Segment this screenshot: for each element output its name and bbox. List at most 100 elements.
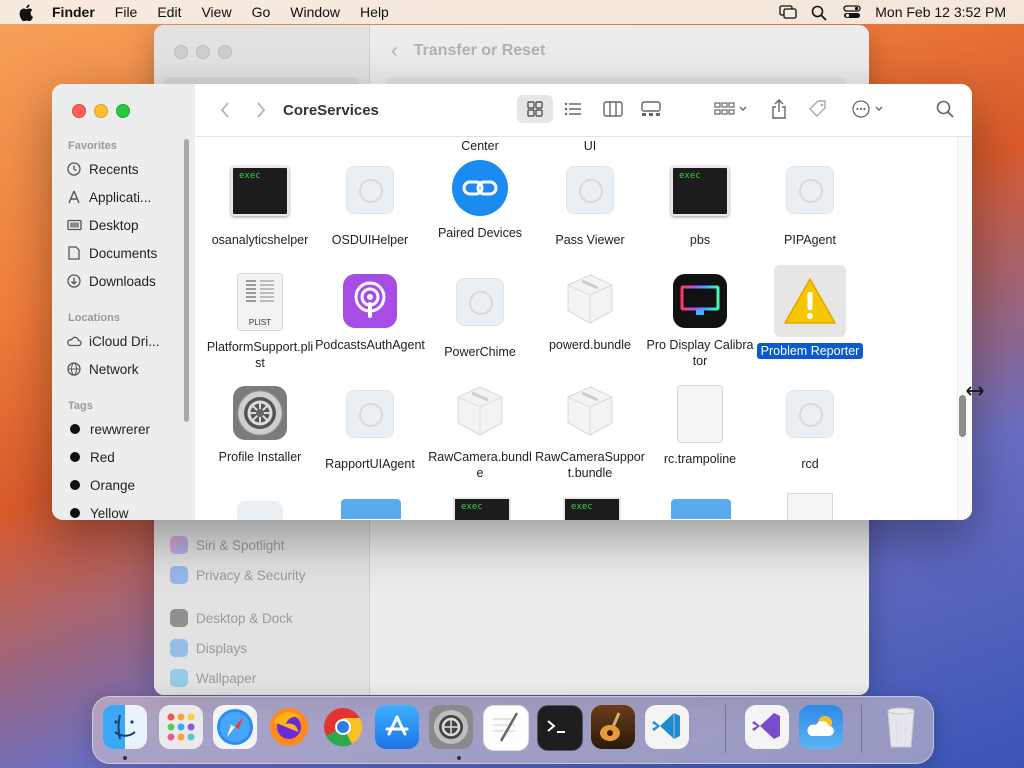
sidebar-heading-tags: Tags bbox=[68, 400, 93, 412]
file-item[interactable]: exec pbs bbox=[645, 159, 755, 248]
sidebar-tag-rewwrerer[interactable]: rewwrerer bbox=[66, 417, 186, 441]
file-item[interactable]: Pro Display Calibrator bbox=[645, 271, 755, 369]
file-name: Paired Devices bbox=[437, 226, 523, 240]
sidebar-item-network[interactable]: Network bbox=[66, 357, 186, 381]
file-item[interactable]: PLIST PlatformSupport.plist bbox=[205, 271, 315, 371]
settings-item-displays[interactable]: Displays bbox=[170, 635, 247, 661]
gallery-view-icon[interactable] bbox=[637, 95, 665, 123]
dock-garageband[interactable] bbox=[591, 705, 635, 749]
dock-safari[interactable] bbox=[213, 705, 257, 749]
menu-go[interactable]: Go bbox=[252, 4, 271, 20]
document-icon bbox=[670, 385, 730, 445]
sidebar-tag-red[interactable]: Red bbox=[66, 445, 186, 469]
more-actions-icon[interactable] bbox=[849, 95, 889, 123]
file-item[interactable]: exec osanalyticshelper bbox=[205, 159, 315, 248]
close-button[interactable] bbox=[72, 104, 86, 118]
dock-chrome[interactable] bbox=[321, 705, 365, 749]
list-view-icon[interactable] bbox=[559, 95, 587, 123]
sidebar-item-downloads[interactable]: Downloads bbox=[66, 269, 186, 293]
dock-app-store[interactable] bbox=[375, 705, 419, 749]
folder-icon[interactable] bbox=[341, 499, 401, 519]
finder-window: Favorites Recents Applicati... Desktop D… bbox=[52, 84, 972, 520]
file-item[interactable]: PIPAgent bbox=[755, 159, 865, 248]
file-item[interactable]: RawCamera.bundle bbox=[425, 383, 535, 481]
exec-file-icon[interactable]: exec bbox=[563, 497, 621, 520]
menu-help[interactable]: Help bbox=[360, 4, 389, 20]
dock-visual-studio[interactable] bbox=[745, 705, 789, 749]
sidebar-tag-orange[interactable]: Orange bbox=[66, 473, 186, 497]
spotlight-search-icon[interactable] bbox=[811, 5, 829, 21]
exec-label: exec bbox=[461, 502, 483, 512]
file-item[interactable]: Pass Viewer bbox=[535, 159, 645, 248]
dock-trash[interactable] bbox=[879, 705, 923, 749]
warning-icon bbox=[774, 265, 846, 337]
zoom-button[interactable] bbox=[116, 104, 130, 118]
apple-menu-icon[interactable] bbox=[18, 3, 34, 21]
partial-app-icon[interactable] bbox=[237, 501, 283, 520]
file-item[interactable]: rcd bbox=[755, 383, 865, 472]
sidebar-item-icloud-drive[interactable]: iCloud Dri... bbox=[66, 329, 186, 353]
dock-launchpad[interactable] bbox=[159, 705, 203, 749]
tag-dot-icon bbox=[70, 424, 80, 434]
menu-file[interactable]: File bbox=[115, 4, 138, 20]
file-icon-grid: Center UI exec osanalyticshelper OSDUIHe… bbox=[195, 137, 972, 520]
menu-app-name[interactable]: Finder bbox=[52, 4, 95, 20]
exec-file-icon[interactable]: exec bbox=[453, 497, 511, 520]
dock-textedit[interactable] bbox=[483, 705, 529, 751]
menu-clock[interactable]: Mon Feb 12 3:52 PM bbox=[875, 4, 1006, 20]
file-item[interactable]: rc.trampoline bbox=[645, 383, 755, 467]
back-chevron-icon[interactable] bbox=[217, 102, 233, 118]
sidebar-item-applications[interactable]: Applicati... bbox=[66, 185, 186, 209]
icon-view-button[interactable] bbox=[517, 95, 553, 123]
file-name: RawCamera.bundle bbox=[428, 450, 532, 480]
settings-item-privacy-security[interactable]: Privacy & Security bbox=[170, 562, 306, 588]
menu-window[interactable]: Window bbox=[290, 4, 340, 20]
dock-weather[interactable] bbox=[799, 705, 843, 749]
sidebar-item-desktop[interactable]: Desktop bbox=[66, 213, 186, 237]
dock-terminal[interactable] bbox=[537, 705, 583, 751]
minimize-button[interactable] bbox=[196, 45, 210, 59]
dock-finder[interactable] bbox=[103, 705, 147, 749]
file-item[interactable]: Paired Devices bbox=[425, 159, 535, 241]
tag-icon[interactable] bbox=[806, 95, 830, 123]
file-item[interactable]: powerd.bundle bbox=[535, 271, 645, 353]
dock-vscode[interactable] bbox=[645, 705, 689, 749]
file-item[interactable]: Profile Installer bbox=[205, 383, 315, 465]
sidebar-item-recents[interactable]: Recents bbox=[66, 157, 186, 181]
scroll-track[interactable] bbox=[957, 137, 972, 520]
forward-chevron-icon[interactable] bbox=[253, 102, 269, 118]
file-item-selected[interactable]: Problem Reporter bbox=[755, 265, 865, 359]
zoom-button[interactable] bbox=[218, 45, 232, 59]
close-button[interactable] bbox=[174, 45, 188, 59]
file-item[interactable]: RapportUIAgent bbox=[315, 383, 425, 472]
document-icon[interactable] bbox=[787, 493, 833, 520]
screen-mirroring-icon[interactable] bbox=[779, 5, 797, 19]
group-by-icon[interactable] bbox=[711, 95, 751, 123]
search-icon[interactable] bbox=[933, 95, 957, 123]
file-item[interactable]: OSDUIHelper bbox=[315, 159, 425, 248]
dock-firefox[interactable] bbox=[267, 705, 311, 749]
file-item[interactable]: RawCameraSupport.bundle bbox=[535, 383, 645, 481]
sidebar-tag-yellow[interactable]: Yellow bbox=[66, 501, 186, 520]
back-chevron-icon[interactable]: ‹ bbox=[391, 40, 398, 63]
settings-item-desktop-dock[interactable]: Desktop & Dock bbox=[170, 605, 293, 631]
folder-icon[interactable] bbox=[671, 499, 731, 519]
podcasts-icon bbox=[340, 271, 400, 331]
column-view-icon[interactable] bbox=[599, 95, 627, 123]
bundle-icon bbox=[560, 383, 620, 443]
vertical-scrollbar[interactable] bbox=[959, 395, 966, 437]
share-icon[interactable] bbox=[767, 95, 791, 123]
sidebar-item-label: Red bbox=[90, 449, 115, 465]
file-item[interactable]: PowerChime bbox=[425, 271, 535, 360]
control-center-icon[interactable] bbox=[843, 5, 861, 19]
menu-view[interactable]: View bbox=[201, 4, 231, 20]
minimize-button[interactable] bbox=[94, 104, 108, 118]
dock-system-settings[interactable] bbox=[429, 705, 473, 749]
sidebar-scrollbar[interactable] bbox=[184, 139, 189, 422]
sidebar-item-documents[interactable]: Documents bbox=[66, 241, 186, 265]
file-item[interactable]: PodcastsAuthAgent bbox=[315, 271, 425, 353]
settings-item-siri-spotlight[interactable]: Siri & Spotlight bbox=[170, 532, 285, 558]
menu-edit[interactable]: Edit bbox=[157, 4, 181, 20]
settings-item-wallpaper[interactable]: Wallpaper bbox=[170, 665, 256, 691]
running-indicator bbox=[457, 756, 461, 760]
